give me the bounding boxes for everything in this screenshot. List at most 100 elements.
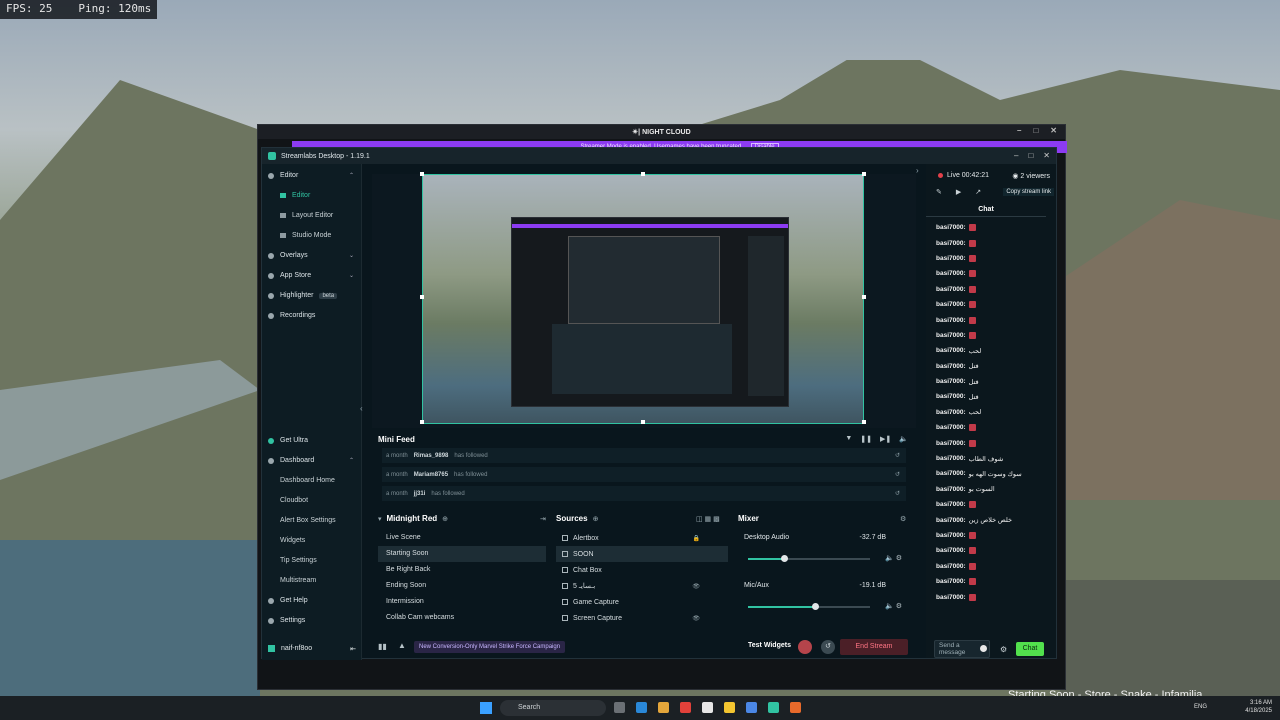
- desktop-audio-slider[interactable]: [748, 555, 870, 562]
- preview-area[interactable]: ‹ ›: [360, 166, 919, 428]
- sidebar-item-overlays[interactable]: Overlays ⌄: [268, 252, 358, 259]
- sidebar-sub-editor[interactable]: Editor: [280, 192, 310, 199]
- stats-icon[interactable]: ▮▮: [378, 642, 387, 651]
- logout-icon[interactable]: ⇤: [350, 645, 356, 653]
- slider-knob[interactable]: [781, 555, 788, 562]
- source-item[interactable]: بـسايـ 5 👁: [556, 578, 728, 594]
- sidebar-sub-tip-settings[interactable]: Tip Settings: [280, 557, 317, 564]
- task-view-icon[interactable]: [614, 702, 625, 713]
- replay-icon[interactable]: ↺: [895, 490, 900, 497]
- share-icon[interactable]: ↗: [975, 188, 981, 196]
- sidebar-sub-widgets[interactable]: Widgets: [280, 537, 305, 544]
- alert-icon[interactable]: ▲: [398, 641, 406, 650]
- mic-aux-slider[interactable]: [748, 603, 870, 610]
- scene-item[interactable]: Live Scene: [378, 530, 546, 546]
- notepad-icon[interactable]: [702, 702, 713, 713]
- sidebar-sub-multistream[interactable]: Multistream: [280, 577, 316, 584]
- sidebar-item-settings[interactable]: Settings: [268, 617, 358, 624]
- resize-handle[interactable]: [862, 172, 866, 176]
- test-widgets-button[interactable]: Test Widgets: [748, 642, 791, 649]
- replay-icon[interactable]: ↺: [895, 471, 900, 478]
- source-item-selected[interactable]: SOON: [556, 546, 728, 562]
- collapse-right-icon[interactable]: ›: [916, 166, 919, 175]
- resize-handle[interactable]: [420, 420, 424, 424]
- scene-item-selected[interactable]: Starting Soon: [378, 546, 546, 562]
- sidebar-item-get-ultra[interactable]: Get Ultra: [268, 437, 358, 444]
- sidebar-sub-dashboard-home[interactable]: Dashboard Home: [280, 477, 335, 484]
- stream-preview-canvas[interactable]: [422, 174, 864, 424]
- taskbar-search[interactable]: Search: [500, 700, 606, 716]
- maximize-icon[interactable]: □: [1028, 151, 1033, 160]
- sidebar-sub-studio-mode[interactable]: Studio Mode: [280, 232, 331, 239]
- photos-icon[interactable]: [658, 702, 669, 713]
- sidebar-sub-cloudbot[interactable]: Cloudbot: [280, 497, 308, 504]
- gear-icon[interactable]: ⚙: [1000, 645, 1007, 654]
- replay-buffer-button[interactable]: ↺: [821, 640, 835, 654]
- chat-send-button[interactable]: Chat: [1016, 642, 1044, 656]
- sidebar-item-dashboard[interactable]: Dashboard ⌃: [268, 457, 358, 464]
- sidebar-sub-alert-box-settings[interactable]: Alert Box Settings: [280, 517, 336, 524]
- mixer-gear-icon[interactable]: ⚙: [900, 515, 906, 523]
- clip-icon[interactable]: ▶: [956, 188, 961, 196]
- source-item[interactable]: Screen Capture 👁: [556, 610, 728, 626]
- emoji-icon[interactable]: [980, 645, 987, 652]
- scene-item[interactable]: Intermission: [378, 594, 546, 610]
- close-icon[interactable]: ✕: [1050, 126, 1057, 135]
- add-scene-icon[interactable]: ⊕: [442, 515, 448, 523]
- sidebar-item-app-store[interactable]: App Store ⌄: [268, 272, 358, 279]
- scene-collection-name[interactable]: Midnight Red: [387, 514, 438, 523]
- resize-handle[interactable]: [641, 172, 645, 176]
- minimize-icon[interactable]: –: [1017, 126, 1021, 135]
- campaign-banner[interactable]: New Conversion-Only Marvel Strike Force …: [414, 641, 566, 653]
- explorer-icon[interactable]: [724, 702, 735, 713]
- windows-start-icon[interactable]: [480, 702, 492, 714]
- streamlabs-taskbar-icon[interactable]: [768, 702, 779, 713]
- end-stream-button[interactable]: End Stream: [840, 639, 908, 655]
- language-indicator[interactable]: ENG: [1194, 704, 1207, 710]
- source-item[interactable]: Chat Box: [556, 562, 728, 578]
- slider-knob[interactable]: [812, 603, 819, 610]
- edge-icon[interactable]: [636, 702, 647, 713]
- replay-icon[interactable]: ↺: [895, 452, 900, 459]
- sidebar-item-recordings[interactable]: Recordings: [268, 312, 358, 319]
- volume-icon[interactable]: 🔈: [899, 435, 908, 443]
- app-icon[interactable]: [790, 702, 801, 713]
- sidebar-item-get-help[interactable]: Get Help: [268, 597, 358, 604]
- pause-icon[interactable]: ❚❚: [860, 435, 872, 443]
- volume-gear-icons[interactable]: 🔈 ⚙: [885, 602, 902, 610]
- taskbar-clock[interactable]: 3:16 AM 4/18/2025: [1240, 699, 1272, 715]
- sidebar-item-highlighter[interactable]: Highlighter beta: [268, 292, 358, 299]
- resize-handle[interactable]: [862, 295, 866, 299]
- visibility-icon[interactable]: 👁: [692, 615, 700, 622]
- resize-handle[interactable]: [641, 420, 645, 424]
- scene-item[interactable]: Ending Soon: [378, 578, 546, 594]
- source-item[interactable]: Game Capture: [556, 594, 728, 610]
- resize-handle[interactable]: [862, 420, 866, 424]
- minimize-icon[interactable]: –: [1014, 151, 1018, 160]
- source-item[interactable]: Alertbox 🔒: [556, 530, 728, 546]
- sidebar-sub-layout-editor[interactable]: Layout Editor: [280, 212, 333, 219]
- skip-icon[interactable]: ▶❚: [880, 435, 891, 443]
- maximize-icon[interactable]: □: [1033, 126, 1038, 135]
- user-profile[interactable]: naif-nf8oo ⇤: [268, 645, 356, 653]
- scene-transition-icon[interactable]: ⇥: [540, 515, 546, 523]
- scene-collection-chevron-icon[interactable]: ▾: [378, 515, 382, 523]
- resize-handle[interactable]: [420, 172, 424, 176]
- visibility-icon[interactable]: 👁: [692, 583, 700, 590]
- edit-icon[interactable]: ✎: [936, 188, 942, 196]
- collapse-left-icon[interactable]: ‹: [360, 404, 363, 413]
- volume-gear-icons[interactable]: 🔈 ⚙: [885, 554, 902, 562]
- sidebar-item-editor[interactable]: Editor ⌃: [268, 172, 358, 179]
- source-tools-icons[interactable]: ◫ ▦ ▩: [696, 515, 720, 523]
- app-icon[interactable]: [746, 702, 757, 713]
- chrome-icon[interactable]: [680, 702, 691, 713]
- resize-handle[interactable]: [420, 295, 424, 299]
- lock-icon[interactable]: 🔒: [693, 535, 700, 542]
- tab-chat[interactable]: Chat: [926, 206, 1046, 217]
- scene-item[interactable]: Be Right Back: [378, 562, 546, 578]
- scene-item[interactable]: Collab Cam webcams: [378, 610, 546, 626]
- add-source-icon[interactable]: ⊕: [593, 515, 599, 523]
- close-icon[interactable]: ✕: [1043, 151, 1050, 160]
- record-button[interactable]: [798, 640, 812, 654]
- filter-icon[interactable]: ▼: [845, 435, 852, 443]
